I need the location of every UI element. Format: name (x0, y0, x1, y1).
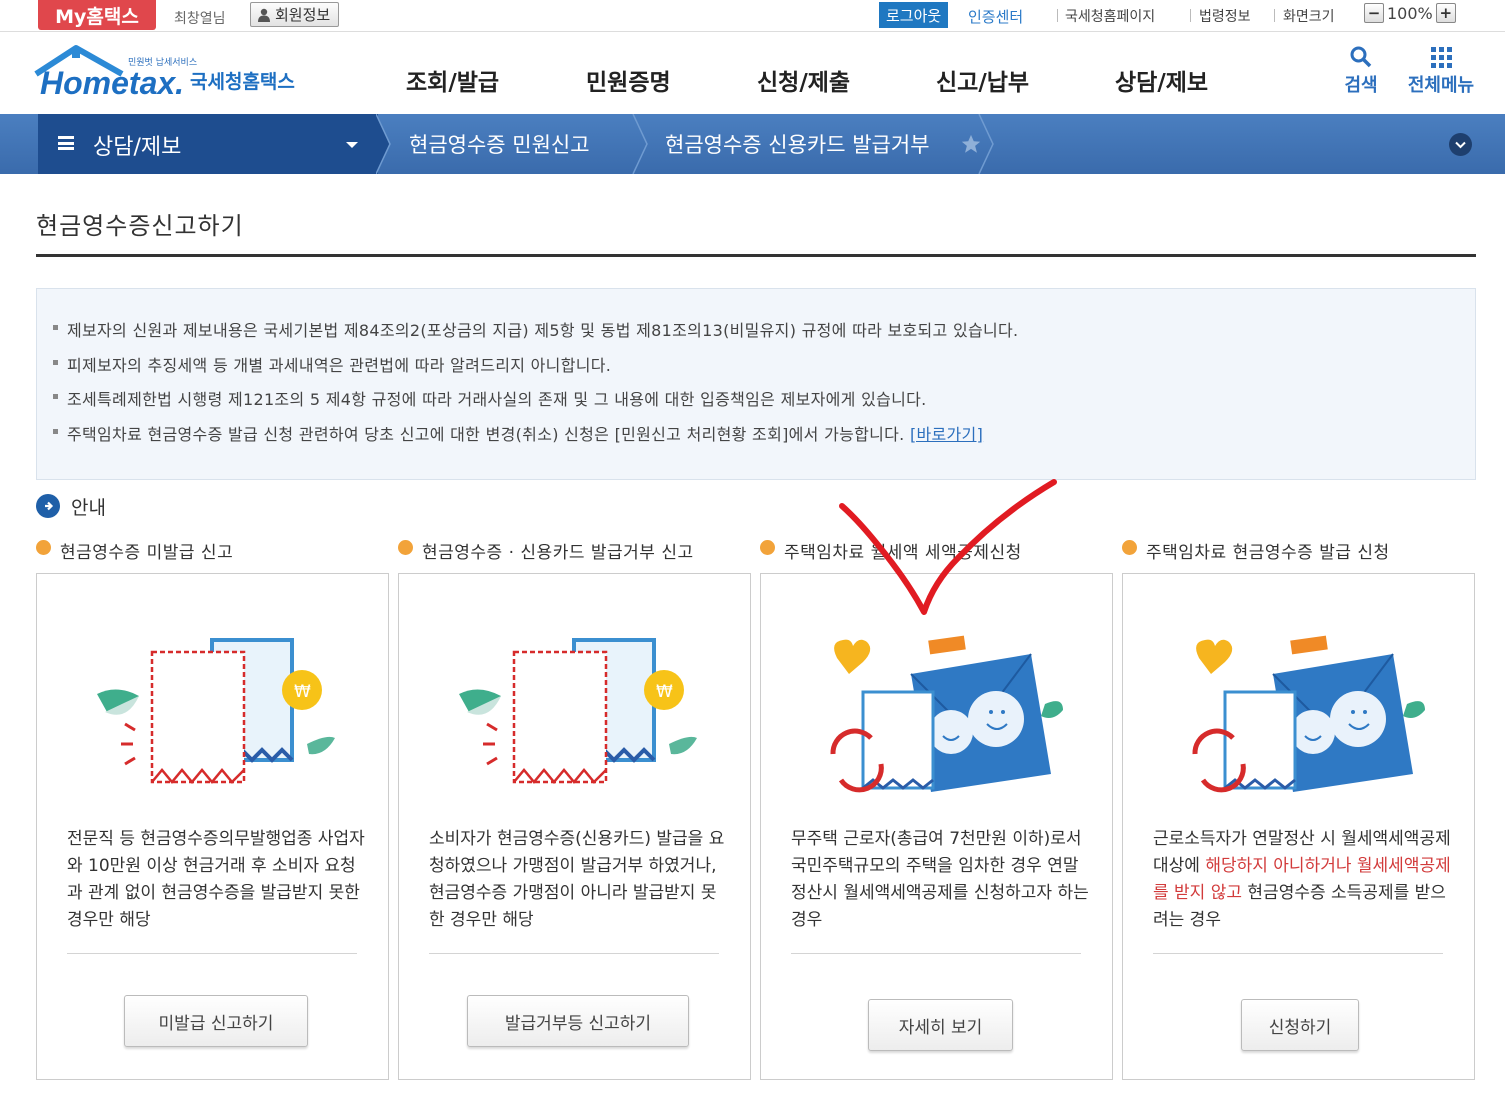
member-info-label: 회원정보 (275, 6, 331, 24)
person-icon (258, 8, 270, 22)
zoom-level: 100% (1387, 3, 1433, 23)
orange-bullet-icon (398, 540, 413, 555)
rent-envelope-illustration (1192, 635, 1425, 793)
receipt-illustration: ₩ (459, 638, 697, 784)
card-divider (1153, 953, 1443, 954)
orange-bullet-icon (760, 540, 775, 555)
zoom-in-button[interactable]: + (1435, 3, 1456, 23)
all-menu-button[interactable]: 전체메뉴 (1402, 45, 1480, 100)
dropdown-arrow-icon (346, 142, 358, 148)
notice-item: 주택임차료 현금영수증 발급 신청 관련하여 당초 신고에 대한 변경(취소) … (52, 421, 983, 445)
nts-homepage-link[interactable]: 국세청홈페이지 (1065, 6, 1155, 26)
shortcut-link[interactable]: [바로가기] (910, 425, 983, 444)
card-title-rent-receipt: 주택임차료 현금영수증 발급 신청 (1146, 543, 1390, 563)
page-title: 현금영수증신고하기 (36, 212, 244, 240)
report-unissued-button[interactable]: 미발급 신고하기 (124, 995, 308, 1047)
cert-center-link[interactable]: 인증센터 (968, 6, 1023, 27)
all-menu-label: 전체메뉴 (1407, 75, 1475, 96)
divider (1057, 9, 1058, 22)
grid-menu-icon (1431, 47, 1452, 68)
title-divider (36, 254, 1476, 257)
chevron-separator-icon (632, 114, 648, 174)
menu-civil-certificate[interactable]: 민원증명 (586, 63, 671, 97)
menu-report-pay[interactable]: 신고/납부 (936, 63, 1029, 97)
card-title-refusal: 현금영수증 · 신용카드 발급거부 신고 (422, 543, 694, 563)
search-icon (1350, 46, 1372, 68)
card-divider (791, 953, 1081, 954)
breadcrumb-issuance-refusal[interactable]: 현금영수증 신용카드 발급거부 (665, 129, 930, 159)
svg-text:₩: ₩ (656, 682, 673, 702)
card-divider (67, 953, 357, 954)
divider (1274, 9, 1275, 22)
receipt-illustration: ₩ (97, 638, 335, 784)
orange-bullet-icon (36, 540, 51, 555)
svg-text:₩: ₩ (294, 682, 311, 702)
card-title-unissued: 현금영수증 미발급 신고 (60, 543, 234, 563)
username-label: 최창열님 (174, 11, 226, 27)
card-description: 전문직 등 현금영수증의무발행업종 사업자와 10만원 이상 현금거래 후 소비… (67, 829, 365, 930)
notice-box: 제보자의 신원과 제보내용은 국세기본법 제84조의2(포상금의 지급) 제5항… (36, 288, 1476, 480)
apply-button[interactable]: 신청하기 (1241, 999, 1359, 1051)
zoom-out-button[interactable]: − (1364, 3, 1384, 23)
card-rent-deduction: 무주택 근로자(총급여 7천만원 이하)로서 국민주택규모의 주택을 임차한 경… (760, 573, 1113, 1080)
notice-item: 피제보자의 추징세액 등 개별 과세내역은 관련법에 따라 알려드리지 아니합니… (52, 352, 611, 376)
notice-item: 제보자의 신원과 제보내용은 국세기본법 제84조의2(포상금의 지급) 제5항… (52, 317, 1018, 341)
logo-korean: 국세청홈택스 (190, 70, 295, 93)
expand-nav-button[interactable] (1449, 133, 1472, 156)
member-info-button[interactable]: 회원정보 (250, 2, 340, 27)
guide-heading: 안내 (71, 497, 106, 519)
chevron-separator-icon (376, 114, 391, 174)
chevron-down-icon (1455, 141, 1466, 149)
card-rent-receipt: 근로소득자가 연말정산 시 월세액세액공제 대상에 해당하지 아니하거나 월세세… (1122, 573, 1475, 1080)
rent-envelope-illustration (830, 635, 1063, 793)
hamburger-icon (58, 136, 74, 150)
search-label: 검색 (1344, 75, 1378, 96)
screen-size-label: 화면크기 (1283, 9, 1335, 25)
chevron-separator-icon (978, 114, 994, 174)
section-label: 상담/제보 (93, 135, 182, 160)
breadcrumb-bar: 상담/제보 현금영수증 민원신고 현금영수증 신용카드 발급거부 (0, 114, 1505, 174)
logo-text: Hometax. (40, 65, 184, 101)
law-info-link[interactable]: 법령정보 (1199, 6, 1251, 26)
hometax-logo[interactable]: 민원벗 납세서비스 Hometax. 국세청홈택스 (34, 42, 314, 108)
breadcrumb-cash-receipt-complaint[interactable]: 현금영수증 민원신고 (409, 129, 590, 159)
divider (1190, 9, 1191, 22)
card-description: 소비자가 현금영수증(신용카드) 발급을 요청하였으나 가맹점이 발급거부 하였… (429, 829, 725, 930)
menu-consult-report[interactable]: 상담/제보 (1115, 63, 1208, 97)
card-divider (429, 953, 719, 954)
my-hometax-button[interactable]: My홈택스 (38, 0, 156, 30)
card-title-rent-deduction: 주택임차료 월세액 세액공제신청 (784, 543, 1022, 563)
card-description: 무주택 근로자(총급여 7천만원 이하)로서 국민주택규모의 주택을 임차한 경… (791, 829, 1089, 930)
card-refusal-report: ₩ 소비자가 현금영수증(신용카드) 발급을 요청하였으나 가맹점이 발급거부 … (398, 573, 751, 1080)
menu-apply-submit[interactable]: 신청/제출 (757, 63, 850, 97)
zoom-control: − 100% + (1364, 3, 1456, 23)
menu-inquiry-issue[interactable]: 조회/발급 (406, 63, 499, 97)
card-unissued-report: ₩ 전문직 등 현금영수증의무발행업종 사업자와 10만원 이상 현금거래 후 … (36, 573, 389, 1080)
arrow-circle-icon (36, 494, 60, 518)
report-refusal-button[interactable]: 발급거부등 신고하기 (467, 995, 689, 1047)
search-button[interactable]: 검색 (1338, 45, 1384, 100)
logout-button[interactable]: 로그아웃 (879, 2, 949, 28)
notice-item: 조세특례제한법 시행령 제121조의 5 제4항 규정에 따라 거래사실의 존재… (53, 386, 927, 410)
section-dropdown[interactable]: 상담/제보 (38, 114, 378, 174)
notice-text: 주택임차료 현금영수증 발급 신청 관련하여 당초 신고에 대한 변경(취소) … (67, 425, 905, 444)
top-utility-bar: My홈택스 최창열님 회원정보 로그아웃 인증센터 국세청홈페이지 법령정보 화… (0, 0, 1505, 32)
card-description: 근로소득자가 연말정산 시 월세액세액공제 대상에 해당하지 아니하거나 월세세… (1153, 826, 1453, 934)
orange-bullet-icon (1122, 540, 1137, 555)
view-details-button[interactable]: 자세히 보기 (868, 999, 1013, 1051)
